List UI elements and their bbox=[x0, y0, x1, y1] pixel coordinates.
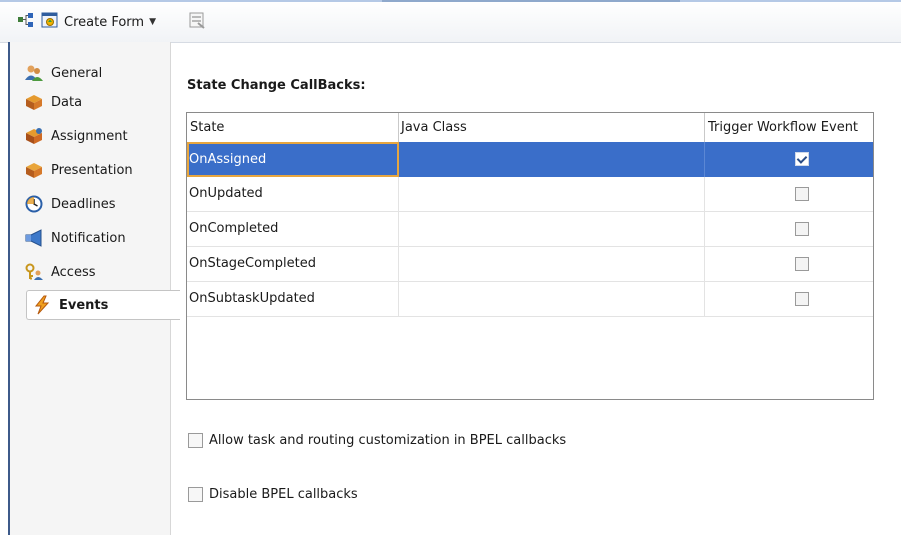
people-icon bbox=[24, 63, 44, 83]
lightning-icon bbox=[32, 295, 52, 315]
state-callbacks-table: State Java Class Trigger Workflow Event … bbox=[186, 112, 874, 400]
sidebar-item-notification[interactable]: Notification bbox=[24, 224, 174, 252]
clock-icon bbox=[24, 194, 44, 214]
cell-state[interactable]: OnUpdated bbox=[187, 177, 399, 212]
sidebar-item-label: Presentation bbox=[51, 162, 133, 178]
form-preview-button[interactable] bbox=[188, 2, 206, 42]
cell-java-class[interactable] bbox=[399, 282, 705, 317]
sidebar: General Data Assignment Presentation Dea… bbox=[10, 42, 180, 535]
workflow-diagram-icon bbox=[17, 12, 35, 32]
create-form-button[interactable]: Create Form ▼ bbox=[41, 2, 156, 42]
allow-customization-option[interactable]: Allow task and routing customization in … bbox=[188, 431, 566, 449]
sidebar-item-label: Events bbox=[59, 297, 109, 313]
form-preview-icon bbox=[188, 11, 206, 33]
column-header-state[interactable]: State bbox=[187, 113, 399, 142]
sidebar-item-general[interactable]: General bbox=[24, 59, 174, 87]
sidebar-item-label: Notification bbox=[51, 230, 126, 246]
column-header-trigger-workflow-event[interactable]: Trigger Workflow Event bbox=[705, 113, 873, 142]
sidebar-item-data[interactable]: Data bbox=[24, 88, 174, 116]
table-row[interactable]: OnSubtaskUpdated bbox=[187, 282, 873, 317]
sidebar-item-label: Access bbox=[51, 264, 96, 280]
cell-state[interactable]: OnAssigned bbox=[187, 142, 399, 177]
cell-java-class[interactable] bbox=[399, 142, 705, 177]
cell-state[interactable]: OnSubtaskUpdated bbox=[187, 282, 399, 317]
sidebar-item-label: Assignment bbox=[51, 128, 128, 144]
table-row[interactable]: OnStageCompleted bbox=[187, 247, 873, 282]
disable-bpel-callbacks-label: Disable BPEL callbacks bbox=[209, 486, 358, 502]
data-cube-icon bbox=[24, 92, 44, 112]
assignment-icon bbox=[24, 126, 44, 146]
sidebar-item-label: General bbox=[51, 65, 103, 81]
cell-java-class[interactable] bbox=[399, 212, 705, 247]
trigger-workflow-event-checkbox[interactable] bbox=[795, 222, 809, 236]
table-header: State Java Class Trigger Workflow Event bbox=[187, 113, 873, 143]
trigger-workflow-event-checkbox[interactable] bbox=[795, 187, 809, 201]
trigger-workflow-event-checkbox[interactable] bbox=[795, 292, 809, 306]
sidebar-item-events[interactable]: Events bbox=[26, 290, 180, 320]
key-user-icon bbox=[24, 262, 44, 282]
sidebar-item-access[interactable]: Access bbox=[24, 258, 174, 286]
create-form-label: Create Form bbox=[64, 14, 145, 30]
disable-bpel-callbacks-option[interactable]: Disable BPEL callbacks bbox=[188, 485, 358, 503]
megaphone-icon bbox=[24, 228, 44, 248]
sidebar-item-label: Data bbox=[51, 94, 83, 110]
table-row[interactable]: OnCompleted bbox=[187, 212, 873, 247]
create-form-icon bbox=[41, 11, 59, 33]
cell-java-class[interactable] bbox=[399, 247, 705, 282]
allow-customization-checkbox[interactable] bbox=[188, 432, 203, 448]
sidebar-item-label: Deadlines bbox=[51, 196, 116, 212]
column-header-java-class[interactable]: Java Class bbox=[399, 113, 705, 142]
trigger-workflow-event-checkbox[interactable] bbox=[795, 257, 809, 271]
sidebar-item-assignment[interactable]: Assignment bbox=[24, 122, 174, 150]
sidebar-item-presentation[interactable]: Presentation bbox=[24, 156, 174, 184]
presentation-icon bbox=[24, 160, 44, 180]
cell-java-class[interactable] bbox=[399, 177, 705, 212]
table-row[interactable]: OnAssigned bbox=[187, 142, 873, 177]
chevron-down-icon[interactable]: ▼ bbox=[149, 17, 156, 27]
cell-state[interactable]: OnCompleted bbox=[187, 212, 399, 247]
cell-state[interactable]: OnStageCompleted bbox=[187, 247, 399, 282]
workflow-diagram-button[interactable] bbox=[17, 2, 35, 42]
trigger-workflow-event-checkbox[interactable] bbox=[795, 152, 809, 166]
section-title: State Change CallBacks: bbox=[187, 78, 366, 93]
toolbar: Create Form ▼ bbox=[0, 2, 901, 43]
table-row[interactable]: OnUpdated bbox=[187, 177, 873, 212]
disable-bpel-callbacks-checkbox[interactable] bbox=[188, 486, 203, 502]
sidebar-item-deadlines[interactable]: Deadlines bbox=[24, 190, 174, 218]
allow-customization-label: Allow task and routing customization in … bbox=[209, 432, 567, 448]
